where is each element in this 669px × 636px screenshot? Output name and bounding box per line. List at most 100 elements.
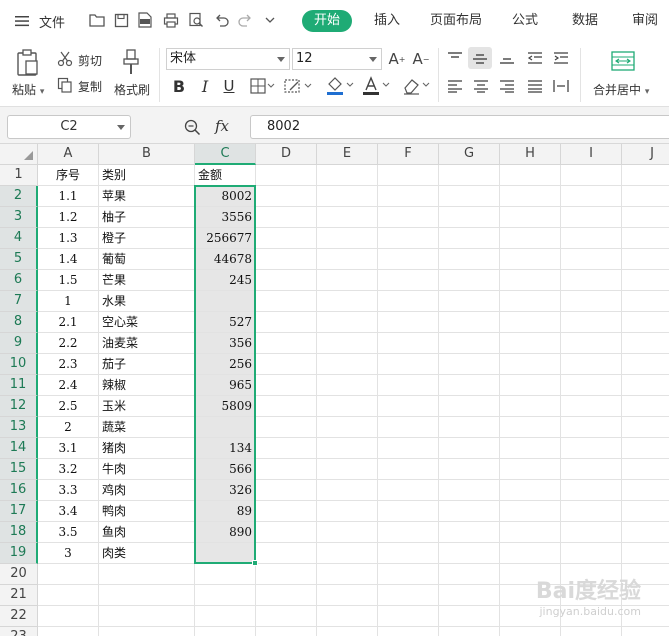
cell-h13[interactable] xyxy=(500,417,561,438)
row-header[interactable]: 10 xyxy=(0,354,38,375)
tab-review[interactable]: 审阅 xyxy=(632,10,658,32)
row-header[interactable]: 14 xyxy=(0,438,38,459)
cell-a14[interactable]: 3.1 xyxy=(38,438,99,459)
cell-h3[interactable] xyxy=(500,207,561,228)
cell-a22[interactable] xyxy=(38,606,99,627)
cell-h11[interactable] xyxy=(500,375,561,396)
column-header-h[interactable]: H xyxy=(500,144,561,165)
cell-a4[interactable]: 1.3 xyxy=(38,228,99,249)
cell-d19[interactable] xyxy=(256,543,317,564)
column-header-b[interactable]: B xyxy=(99,144,195,165)
cell-b22[interactable] xyxy=(99,606,195,627)
cell-f17[interactable] xyxy=(378,501,439,522)
cell-c4[interactable]: 256677 xyxy=(195,228,256,249)
print-preview-icon[interactable] xyxy=(187,11,205,29)
cell-b6[interactable]: 芒果 xyxy=(99,270,195,291)
cell-h17[interactable] xyxy=(500,501,561,522)
align-left-icon[interactable] xyxy=(446,78,464,94)
cell-c16[interactable]: 326 xyxy=(195,480,256,501)
cell-e9[interactable] xyxy=(317,333,378,354)
cell-j6[interactable] xyxy=(622,270,669,291)
cell-i7[interactable] xyxy=(561,291,622,312)
cell-i1[interactable] xyxy=(561,165,622,186)
cell-e6[interactable] xyxy=(317,270,378,291)
cell-f22[interactable] xyxy=(378,606,439,627)
column-header-f[interactable]: F xyxy=(378,144,439,165)
cell-a19[interactable]: 3 xyxy=(38,543,99,564)
cell-f10[interactable] xyxy=(378,354,439,375)
select-all-corner[interactable] xyxy=(0,144,38,165)
cell-b11[interactable]: 辣椒 xyxy=(99,375,195,396)
merge-center-icon[interactable] xyxy=(610,50,636,72)
cell-j7[interactable] xyxy=(622,291,669,312)
cell-f19[interactable] xyxy=(378,543,439,564)
row-header[interactable]: 2 xyxy=(0,186,38,207)
cell-b19[interactable]: 肉类 xyxy=(99,543,195,564)
row-header[interactable]: 19 xyxy=(0,543,38,564)
cell-h1[interactable] xyxy=(500,165,561,186)
align-top-icon[interactable] xyxy=(446,50,464,66)
scissors-icon[interactable] xyxy=(56,50,74,68)
cell-e11[interactable] xyxy=(317,375,378,396)
cell-e19[interactable] xyxy=(317,543,378,564)
cell-e22[interactable] xyxy=(317,606,378,627)
cell-c21[interactable] xyxy=(195,585,256,606)
cell-j11[interactable] xyxy=(622,375,669,396)
cell-c7[interactable] xyxy=(195,291,256,312)
cell-h19[interactable] xyxy=(500,543,561,564)
cell-e1[interactable] xyxy=(317,165,378,186)
cell-e17[interactable] xyxy=(317,501,378,522)
cell-e20[interactable] xyxy=(317,564,378,585)
row-header[interactable]: 7 xyxy=(0,291,38,312)
cell-b2[interactable]: 苹果 xyxy=(99,186,195,207)
cell-c1[interactable]: 金额 xyxy=(195,165,256,186)
cell-d5[interactable] xyxy=(256,249,317,270)
cell-j18[interactable] xyxy=(622,522,669,543)
column-header-e[interactable]: E xyxy=(317,144,378,165)
cell-j4[interactable] xyxy=(622,228,669,249)
cell-i10[interactable] xyxy=(561,354,622,375)
cell-c9[interactable]: 356 xyxy=(195,333,256,354)
formula-input[interactable]: 8002 xyxy=(250,115,669,139)
paste-icon[interactable] xyxy=(14,48,42,78)
cell-f9[interactable] xyxy=(378,333,439,354)
cell-c20[interactable] xyxy=(195,564,256,585)
cell-f12[interactable] xyxy=(378,396,439,417)
cell-a5[interactable]: 1.4 xyxy=(38,249,99,270)
cell-b9[interactable]: 油麦菜 xyxy=(99,333,195,354)
column-header-c[interactable]: C xyxy=(195,144,256,165)
cell-a15[interactable]: 3.2 xyxy=(38,459,99,480)
cell-b4[interactable]: 橙子 xyxy=(99,228,195,249)
cell-f3[interactable] xyxy=(378,207,439,228)
save-icon[interactable] xyxy=(112,11,130,29)
cell-h5[interactable] xyxy=(500,249,561,270)
row-header[interactable]: 4 xyxy=(0,228,38,249)
cell-f11[interactable] xyxy=(378,375,439,396)
export-pdf-icon[interactable] xyxy=(136,11,154,29)
cell-d8[interactable] xyxy=(256,312,317,333)
column-header-d[interactable]: D xyxy=(256,144,317,165)
cell-d15[interactable] xyxy=(256,459,317,480)
row-header[interactable]: 3 xyxy=(0,207,38,228)
cell-h12[interactable] xyxy=(500,396,561,417)
cell-c10[interactable]: 256 xyxy=(195,354,256,375)
cell-i2[interactable] xyxy=(561,186,622,207)
spreadsheet-grid[interactable]: A B C D E F G H I J 1 序号 类别 金额 2 1.1 苹果 8002 3 1.2 柚子 3556 4 1.… xyxy=(0,144,669,636)
file-menu-button[interactable]: 文件 xyxy=(14,9,65,33)
cell-j10[interactable] xyxy=(622,354,669,375)
tab-home[interactable]: 开始 xyxy=(302,10,353,32)
cell-h15[interactable] xyxy=(500,459,561,480)
cell-a16[interactable]: 3.3 xyxy=(38,480,99,501)
cell-d13[interactable] xyxy=(256,417,317,438)
row-header[interactable]: 15 xyxy=(0,459,38,480)
cell-h7[interactable] xyxy=(500,291,561,312)
quick-access-dropdown-icon[interactable] xyxy=(261,11,279,29)
cell-g12[interactable] xyxy=(439,396,500,417)
cell-g18[interactable] xyxy=(439,522,500,543)
cell-i14[interactable] xyxy=(561,438,622,459)
cell-a7[interactable]: 1 xyxy=(38,291,99,312)
cell-j2[interactable] xyxy=(622,186,669,207)
cell-d10[interactable] xyxy=(256,354,317,375)
font-name-select[interactable]: 宋体 xyxy=(166,48,290,70)
cell-d7[interactable] xyxy=(256,291,317,312)
